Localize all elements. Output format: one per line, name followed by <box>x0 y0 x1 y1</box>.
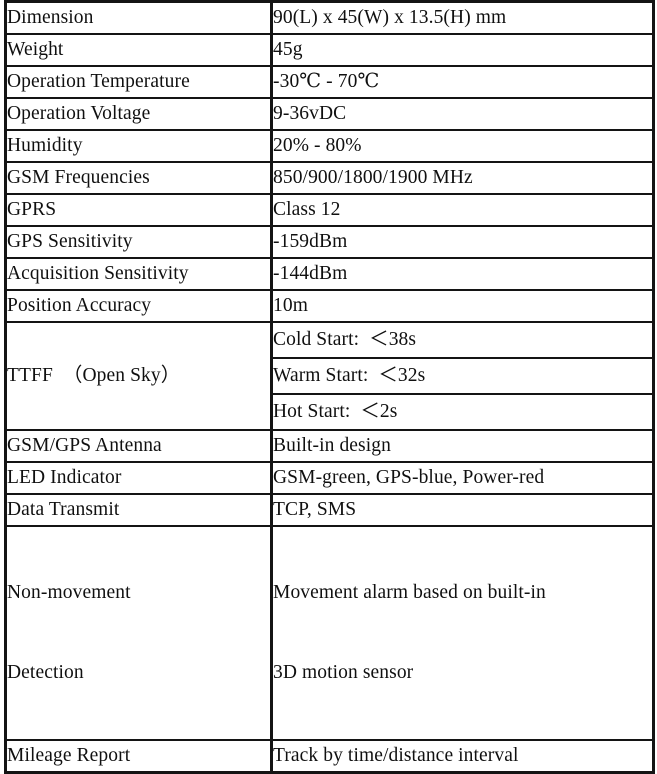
spec-value-ttff-cold-start: Cold Start: ＜38s <box>271 321 654 359</box>
table-row: GSM Frequencies 850/900/1800/1900 MHz <box>5 161 654 195</box>
table-row: Mileage Report Track by time/distance in… <box>5 739 654 774</box>
spec-value-weight: 45g <box>271 33 654 67</box>
spec-label-non-movement-line-1: Non-movement <box>7 582 131 603</box>
spec-value-dimension: 90(L) x 45(W) x 13.5(H) mm <box>271 1 654 35</box>
spec-label-operation-voltage: Operation Voltage <box>5 97 273 131</box>
table-row: LED Indicator GSM-green, GPS-blue, Power… <box>5 461 654 495</box>
table-row: Position Accuracy 10m <box>5 289 654 323</box>
spec-value-operation-temperature: -30℃ - 70℃ <box>271 65 654 99</box>
table-row: Dimension 90(L) x 45(W) x 13.5(H) mm <box>5 1 654 35</box>
spec-value-non-movement-line-1: Movement alarm based on built-in <box>273 582 546 603</box>
spec-value-humidity: 20% - 80% <box>271 129 654 163</box>
spec-label-non-movement-line-2: Detection <box>7 662 84 683</box>
specification-table: Dimension 90(L) x 45(W) x 13.5(H) mm Wei… <box>4 0 655 774</box>
spec-label-mileage-report: Mileage Report <box>5 739 273 774</box>
spec-value-mileage-report: Track by time/distance interval <box>271 739 654 774</box>
specification-sheet: Dimension 90(L) x 45(W) x 13.5(H) mm Wei… <box>4 0 655 774</box>
spec-value-led-indicator: GSM-green, GPS-blue, Power-red <box>271 461 654 495</box>
spec-label-humidity: Humidity <box>5 129 273 163</box>
specification-table-body: Dimension 90(L) x 45(W) x 13.5(H) mm Wei… <box>5 1 654 774</box>
spec-label-gprs: GPRS <box>5 193 273 227</box>
table-row: Data Transmit TCP, SMS <box>5 493 654 527</box>
spec-label-gsm-gps-antenna: GSM/GPS Antenna <box>5 429 273 463</box>
spec-value-non-movement-line-2: 3D motion sensor <box>273 662 414 683</box>
table-row-ttff-cold: TTFF （Open Sky） Cold Start: ＜38s <box>5 321 654 431</box>
spec-label-gsm-frequencies: GSM Frequencies <box>5 161 273 195</box>
spec-label-operation-temperature: Operation Temperature <box>5 65 273 99</box>
spec-value-gsm-gps-antenna: Built-in design <box>271 429 654 463</box>
spec-label-data-transmit: Data Transmit <box>5 493 273 527</box>
spec-label-non-movement-detection: Non-movement Detection <box>5 525 273 741</box>
spec-value-acquisition-sensitivity: -144dBm <box>271 257 654 291</box>
spec-value-operation-voltage: 9-36vDC <box>271 97 654 131</box>
table-row: GPRS Class 12 <box>5 193 654 227</box>
spec-value-gprs: Class 12 <box>271 193 654 227</box>
spec-value-position-accuracy: 10m <box>271 289 654 323</box>
spec-value-data-transmit: TCP, SMS <box>271 493 654 527</box>
spec-label-dimension: Dimension <box>5 1 273 35</box>
table-row: GSM/GPS Antenna Built-in design <box>5 429 654 463</box>
table-row: Weight 45g <box>5 33 654 67</box>
spec-value-non-movement-detection: Movement alarm based on built-in 3D moti… <box>271 525 654 741</box>
table-row: Acquisition Sensitivity -144dBm <box>5 257 654 291</box>
spec-label-acquisition-sensitivity: Acquisition Sensitivity <box>5 257 273 291</box>
table-row: Non-movement Detection Movement alarm ba… <box>5 525 654 741</box>
spec-label-gps-sensitivity: GPS Sensitivity <box>5 225 273 259</box>
spec-value-gsm-frequencies: 850/900/1800/1900 MHz <box>271 161 654 195</box>
table-row: Humidity 20% - 80% <box>5 129 654 163</box>
table-row: Operation Voltage 9-36vDC <box>5 97 654 131</box>
spec-label-led-indicator: LED Indicator <box>5 461 273 495</box>
table-row: Operation Temperature -30℃ - 70℃ <box>5 65 654 99</box>
table-row: GPS Sensitivity -159dBm <box>5 225 654 259</box>
spec-label-ttff: TTFF （Open Sky） <box>5 321 273 431</box>
spec-value-ttff-hot-start: Hot Start: ＜2s <box>271 393 654 431</box>
spec-value-gps-sensitivity: -159dBm <box>271 225 654 259</box>
spec-value-ttff-warm-start: Warm Start: ＜32s <box>271 357 654 395</box>
spec-label-position-accuracy: Position Accuracy <box>5 289 273 323</box>
spec-label-weight: Weight <box>5 33 273 67</box>
